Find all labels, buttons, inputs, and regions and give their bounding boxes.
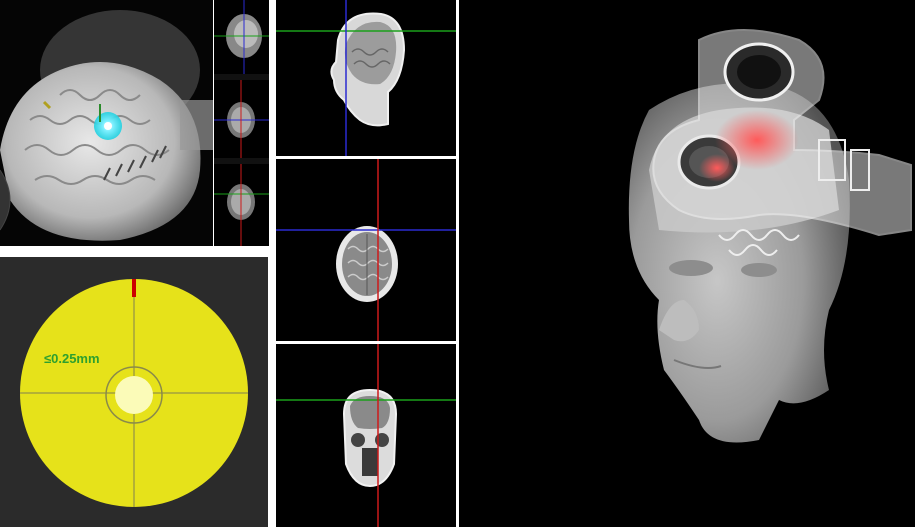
coronal-mri-view[interactable] — [276, 344, 456, 527]
target-accuracy-view: ≤0.25mm — [0, 257, 268, 527]
axial-mri-view[interactable] — [276, 159, 456, 341]
brain-3d-view[interactable] — [0, 0, 213, 246]
brain-3d-render — [0, 10, 213, 241]
tolerance-label: ≤0.25mm — [44, 351, 100, 366]
head-3d-render[interactable] — [459, 0, 915, 527]
thumbnail-strip — [214, 0, 269, 246]
target-reticle — [20, 279, 248, 507]
target-indicator — [132, 279, 136, 297]
thumbnail-coronal[interactable] — [214, 164, 269, 246]
sagittal-mri-view[interactable] — [276, 0, 456, 156]
thumbnail-axial[interactable] — [214, 80, 269, 158]
thumbnail-sagittal[interactable] — [214, 0, 269, 74]
